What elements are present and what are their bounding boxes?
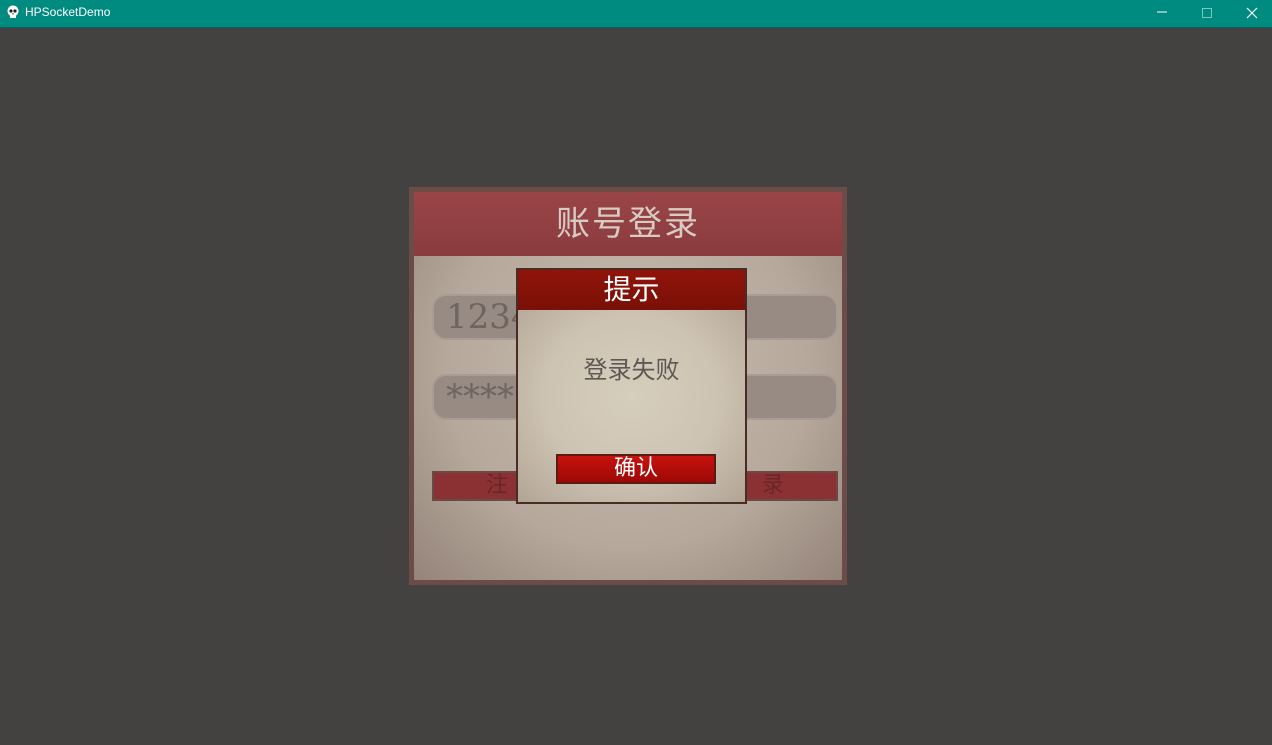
dialog-title: 提示 [518, 270, 745, 310]
window-title: HPSocketDemo [25, 5, 111, 19]
maximize-icon [1202, 8, 1212, 18]
login-title: 账号登录 [414, 192, 842, 256]
minimize-icon [1157, 11, 1167, 13]
app-skull-icon [6, 5, 20, 19]
maximize-button[interactable] [1184, 0, 1230, 27]
close-button[interactable] [1229, 0, 1272, 27]
close-icon [1246, 7, 1258, 19]
window-titlebar[interactable]: HPSocketDemo [0, 0, 1272, 28]
confirm-button[interactable]: 确认 [556, 454, 716, 484]
alert-dialog: 提示 登录失败 确认 [516, 268, 747, 504]
dialog-message: 登录失败 [583, 356, 680, 384]
dialog-body: 登录失败 确认 [518, 310, 745, 502]
minimize-button[interactable] [1139, 0, 1185, 27]
